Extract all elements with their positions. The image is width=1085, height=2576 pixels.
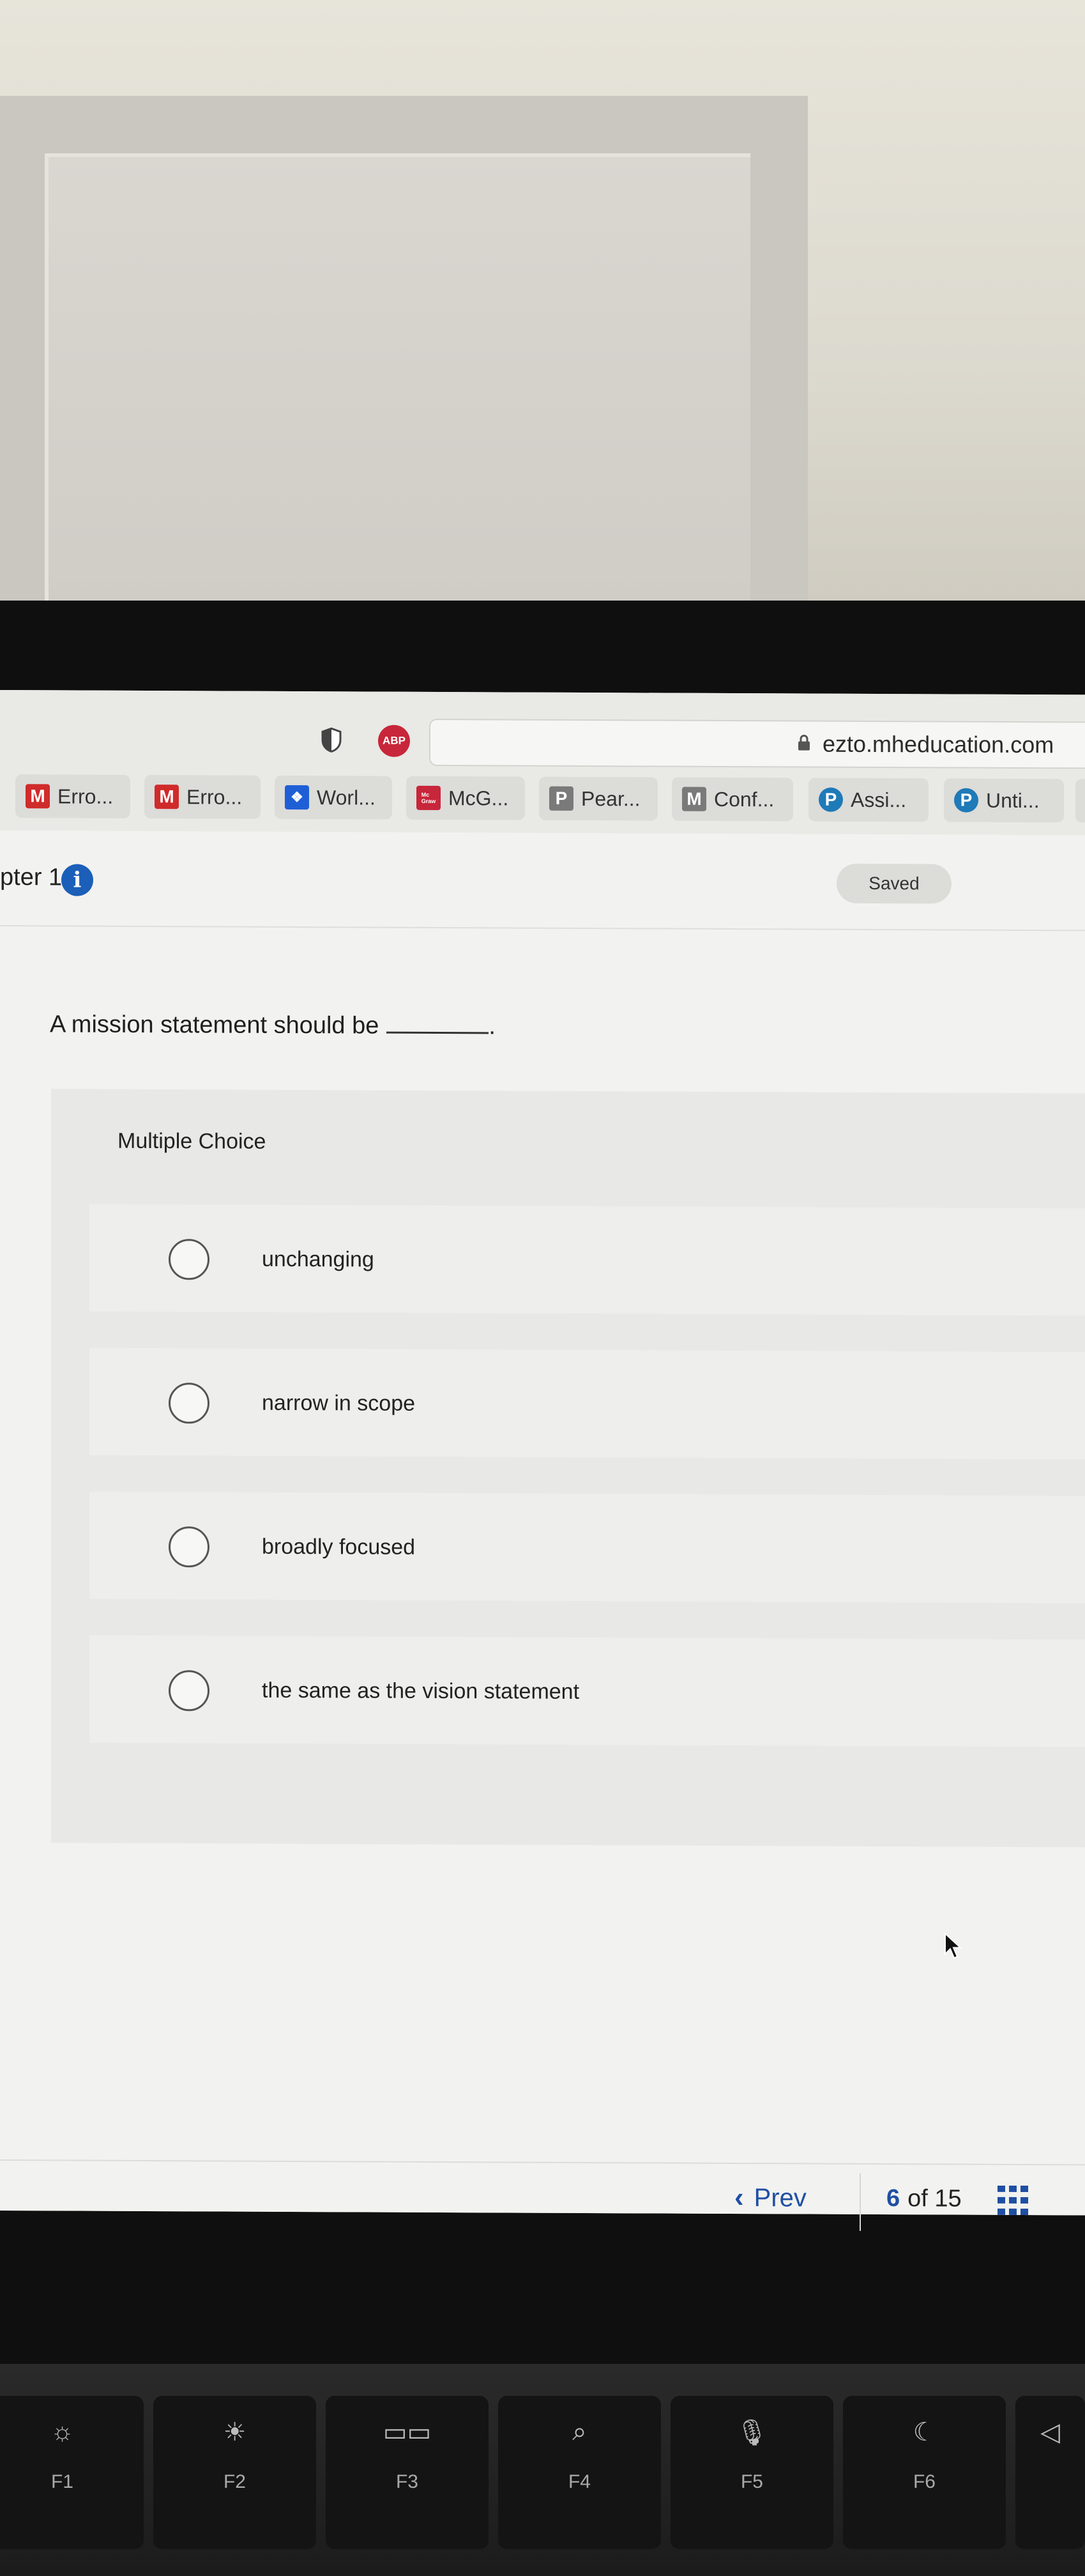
bookmark-erro-2[interactable]: M Erro... [144, 774, 261, 819]
address-bar[interactable]: ezto.mheducation.com [429, 718, 1085, 769]
radio-button[interactable] [169, 1383, 209, 1424]
footer-divider [0, 2159, 1085, 2166]
key-label: F1 [50, 2471, 73, 2492]
multiple-choice-panel: Multiple Choice unchanging narrow in sco… [51, 1089, 1085, 1848]
key-f7[interactable]: ◁ [1015, 2396, 1085, 2549]
shield-icon[interactable] [321, 727, 342, 753]
nav-separator [860, 2173, 861, 2231]
bookmark-label: Conf... [714, 787, 775, 811]
door-panel [45, 153, 750, 601]
bookmark-label: Worl... [317, 785, 376, 809]
current-question-number: 6 [886, 2185, 900, 2212]
mheducation-icon: M [155, 785, 179, 809]
choice-label: narrow in scope [262, 1390, 416, 1416]
key-f1[interactable]: ☼ F1 [0, 2396, 144, 2549]
rewind-icon: ◁ [1040, 2418, 1060, 2446]
header-divider [0, 925, 1085, 931]
bookmark-erro-1[interactable]: M Erro... [15, 774, 130, 818]
choice-option[interactable]: unchanging [89, 1204, 1085, 1316]
radio-button[interactable] [169, 1526, 209, 1568]
question-type-label: Multiple Choice [118, 1128, 266, 1154]
saved-status-badge: Saved [837, 863, 952, 904]
question-text: A mission statement should be [50, 1011, 379, 1039]
bookmark-unti[interactable]: P Unti... [944, 778, 1064, 823]
browser-chrome: ABP ezto.mheducation.com M Erro... M Err… [0, 690, 1085, 836]
mheducation-icon: M [26, 784, 50, 809]
info-icon[interactable]: i [61, 864, 93, 896]
key-label: F3 [395, 2471, 418, 2492]
bookmark-assi[interactable]: P Assi... [808, 778, 929, 822]
key-f2[interactable]: ☀ F2 [153, 2396, 316, 2549]
choice-option[interactable]: broadly focused [89, 1491, 1085, 1604]
bookmark-conf[interactable]: M Conf... [672, 777, 793, 822]
question-counter[interactable]: 6 of 15 [886, 2185, 962, 2213]
laptop-screen: ABP ezto.mheducation.com M Erro... M Err… [0, 690, 1085, 2231]
key-f3[interactable]: ▭▭ F3 [326, 2396, 489, 2549]
mission-control-icon: ▭▭ [383, 2418, 432, 2446]
dropbox-icon: ❖ [285, 785, 309, 810]
key-f5[interactable]: 🎙︎ F5 [671, 2396, 833, 2549]
bookmark-label: McG... [448, 786, 509, 809]
key-f6[interactable]: ☾ F6 [843, 2396, 1006, 2549]
choice-label: the same as the vision statement [262, 1678, 580, 1704]
question-prompt: A mission statement should be. [50, 1011, 496, 1040]
key-label: F5 [740, 2471, 763, 2492]
bookmark-mcg[interactable]: Mc Graw McG... [406, 776, 525, 820]
question-grid-icon[interactable] [998, 2185, 1028, 2216]
bookmark-label: Pear... [581, 786, 641, 810]
brightness-low-icon: ☼ [50, 2418, 74, 2446]
adblock-icon[interactable]: ABP [378, 724, 410, 757]
bookmark-label: Assi... [851, 788, 907, 811]
chevron-left-icon: ‹ [734, 2182, 744, 2214]
radio-button[interactable] [169, 1239, 209, 1280]
brightness-high-icon: ☀ [223, 2418, 247, 2446]
search-icon: ⌕ [572, 2418, 587, 2446]
bookmarks-bar: M Erro... M Erro... ❖ Worl... Mc Graw McG… [0, 774, 1085, 830]
bookmark-overflow[interactable] [1075, 779, 1085, 823]
bookmark-label: Erro... [186, 785, 243, 809]
bookmark-label: Unti... [986, 788, 1040, 812]
prev-button[interactable]: ‹ Prev [734, 2182, 807, 2214]
answer-blank [386, 1029, 489, 1034]
laptop-keyboard: ☼ F1 ☀ F2 ▭▭ F3 ⌕ F4 🎙︎ F5 ☾ F6 ◁ [0, 2364, 1085, 2576]
question-total: of 15 [907, 2185, 962, 2212]
choice-option[interactable]: narrow in scope [89, 1347, 1085, 1460]
wall-background [0, 0, 1085, 613]
radio-button[interactable] [169, 1670, 209, 1712]
assignment-page: pter 1 i Saved A mission statement shoul… [0, 831, 1085, 2231]
bookmark-worl[interactable]: ❖ Worl... [275, 775, 392, 820]
question-end-punct: . [489, 1013, 496, 1040]
microphone-icon: 🎙︎ [736, 2419, 768, 2447]
bookmark-label: Erro... [57, 784, 114, 808]
prev-label: Prev [754, 2183, 807, 2212]
key-label: F6 [913, 2471, 936, 2492]
pearson-icon: P [819, 787, 843, 812]
choice-option[interactable]: the same as the vision statement [89, 1635, 1085, 1747]
pearson-icon: P [954, 788, 978, 813]
bookmark-pear[interactable]: P Pear... [539, 776, 658, 821]
chapter-title: pter 1 [0, 864, 63, 891]
key-f4[interactable]: ⌕ F4 [498, 2396, 661, 2549]
mcgraw-hill-icon: Mc Graw [416, 785, 441, 811]
choice-label: broadly focused [262, 1534, 416, 1560]
lock-icon [798, 735, 810, 751]
key-label: F4 [568, 2471, 591, 2492]
mheducation-icon: M [682, 786, 706, 811]
key-label: F2 [223, 2471, 246, 2492]
url-text: ezto.mheducation.com [823, 730, 1054, 758]
moon-icon: ☾ [913, 2418, 936, 2446]
pearson-p-icon: P [549, 786, 573, 811]
mouse-cursor-icon [945, 1932, 962, 1959]
choice-label: unchanging [262, 1246, 374, 1272]
